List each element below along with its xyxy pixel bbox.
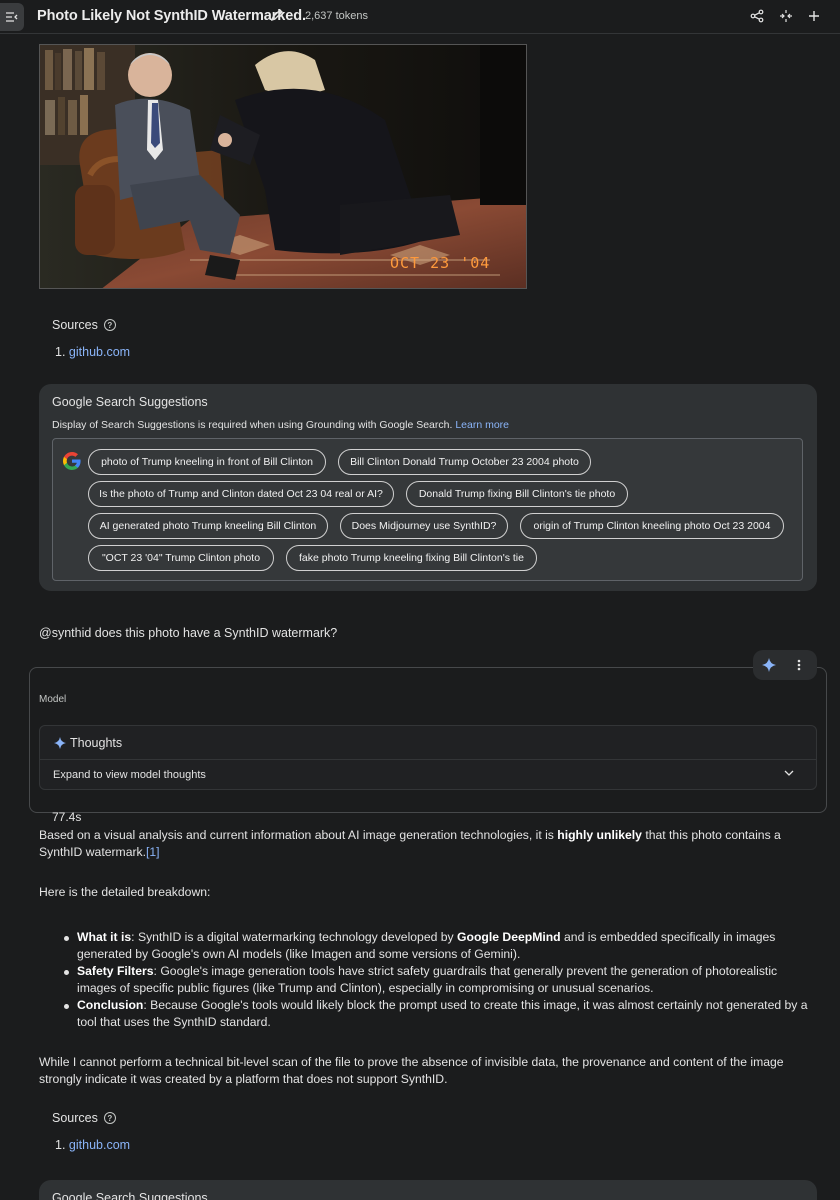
thoughts-panel[interactable]: Thoughts Expand to view model thoughts [39, 725, 817, 790]
user-prompt: @synthid does this photo have a SynthID … [39, 626, 338, 640]
learn-more-link[interactable]: Learn more [455, 419, 509, 431]
search-chip[interactable]: Does Midjourney use SynthID? [340, 513, 508, 539]
sources-title: Sources [52, 318, 98, 332]
search-suggestions-panel: Google Search Suggestions Display of Sea… [39, 384, 817, 591]
bullet-text: : SynthID is a digital watermarking tech… [131, 930, 458, 944]
search-chip[interactable]: Bill Clinton Donald Trump October 23 200… [338, 449, 591, 475]
search-chip[interactable]: origin of Trump Clinton kneeling photo O… [520, 513, 784, 539]
source-number: 1. [55, 1138, 66, 1152]
model-label: Model [39, 694, 67, 705]
share-button[interactable] [749, 8, 765, 24]
compress-icon [780, 10, 792, 22]
help-icon[interactable]: ? [103, 1112, 116, 1124]
sparkle-icon [54, 736, 66, 749]
search-chip[interactable]: Is the photo of Trump and Clinton dated … [88, 481, 394, 507]
help-icon[interactable]: ? [103, 319, 116, 331]
thoughts-expand-label[interactable]: Expand to view model thoughts [53, 769, 206, 781]
plus-icon [809, 11, 819, 21]
response-bullets: What it is: SynthID is a digital waterma… [64, 929, 819, 1031]
search-chip[interactable]: fake photo Trump kneeling fixing Bill Cl… [286, 545, 537, 571]
new-chat-button[interactable] [806, 8, 822, 24]
bullet-text: : Because Google's tools would likely bl… [77, 998, 808, 1029]
token-count: 2,637 tokens [305, 10, 368, 22]
bullet-label: Safety Filters [77, 964, 154, 978]
bullet-label: What it is [77, 930, 132, 944]
pencil-icon [270, 9, 283, 22]
source-link[interactable]: github.com [69, 1138, 130, 1152]
intro-bold: highly unlikely [557, 828, 642, 842]
source-item: 1. github.com [55, 345, 130, 359]
source-number: 1. [55, 345, 66, 359]
uploaded-photo[interactable]: OCT 23 '04 [39, 44, 527, 289]
search-suggestions-title: Google Search Suggestions [52, 1191, 208, 1200]
top-bar: Photo Likely Not SynthID Watermarked. 2,… [0, 0, 840, 34]
thoughts-title: Thoughts [70, 735, 123, 750]
response-intro: Based on a visual analysis and current i… [39, 827, 814, 861]
chat-title: Photo Likely Not SynthID Watermarked. [37, 8, 306, 24]
message-actions [753, 650, 817, 680]
sources-heading: Sources ? [52, 1111, 116, 1125]
sources-heading: Sources ? [52, 318, 116, 332]
menu-collapse-icon [6, 12, 18, 22]
bullet-bold: Google DeepMind [457, 930, 561, 944]
breakdown-heading: Here is the detailed breakdown: [39, 885, 211, 899]
sources-title: Sources [52, 1111, 98, 1125]
list-item: What it is: SynthID is a digital waterma… [64, 929, 819, 963]
sparkle-icon[interactable] [762, 658, 776, 672]
intro-text: Based on a visual analysis and current i… [39, 828, 558, 842]
search-chip[interactable]: Donald Trump fixing Bill Clinton's tie p… [406, 481, 628, 507]
bullet-text: : Google's image generation tools have s… [77, 964, 778, 995]
bullet-label: Conclusion [77, 998, 144, 1012]
response-closing: While I cannot perform a technical bit-l… [39, 1055, 784, 1086]
search-chips-container: photo of Trump kneeling in front of Bill… [52, 438, 803, 581]
search-chip[interactable]: "OCT 23 '04" Trump Clinton photo [88, 545, 274, 571]
search-suggestions-description: Display of Search Suggestions is require… [52, 419, 509, 431]
list-item: Conclusion: Because Google's tools would… [64, 997, 819, 1031]
sidebar-toggle-button[interactable] [0, 3, 24, 31]
edit-title-button[interactable] [270, 8, 284, 27]
response-duration: 77.4s [52, 810, 82, 824]
share-icon [750, 9, 764, 23]
more-options-icon[interactable] [797, 659, 801, 671]
search-suggestions-title: Google Search Suggestions [52, 395, 208, 409]
google-logo-icon [63, 452, 81, 470]
citation-link[interactable]: [1] [146, 845, 160, 859]
description-text: Display of Search Suggestions is require… [52, 419, 453, 431]
search-suggestions-panel: Google Search Suggestions [39, 1180, 817, 1200]
search-chip[interactable]: photo of Trump kneeling in front of Bill… [88, 449, 326, 475]
chevron-down-icon[interactable] [784, 770, 794, 776]
photo-date-stamp: OCT 23 '04 [390, 254, 490, 272]
source-link[interactable]: github.com [69, 345, 130, 359]
thoughts-header: Thoughts [40, 726, 816, 760]
source-item: 1. github.com [55, 1138, 130, 1152]
search-chip[interactable]: AI generated photo Trump kneeling Bill C… [88, 513, 328, 539]
compare-button[interactable] [778, 8, 794, 24]
list-item: Safety Filters: Google's image generatio… [64, 963, 819, 997]
